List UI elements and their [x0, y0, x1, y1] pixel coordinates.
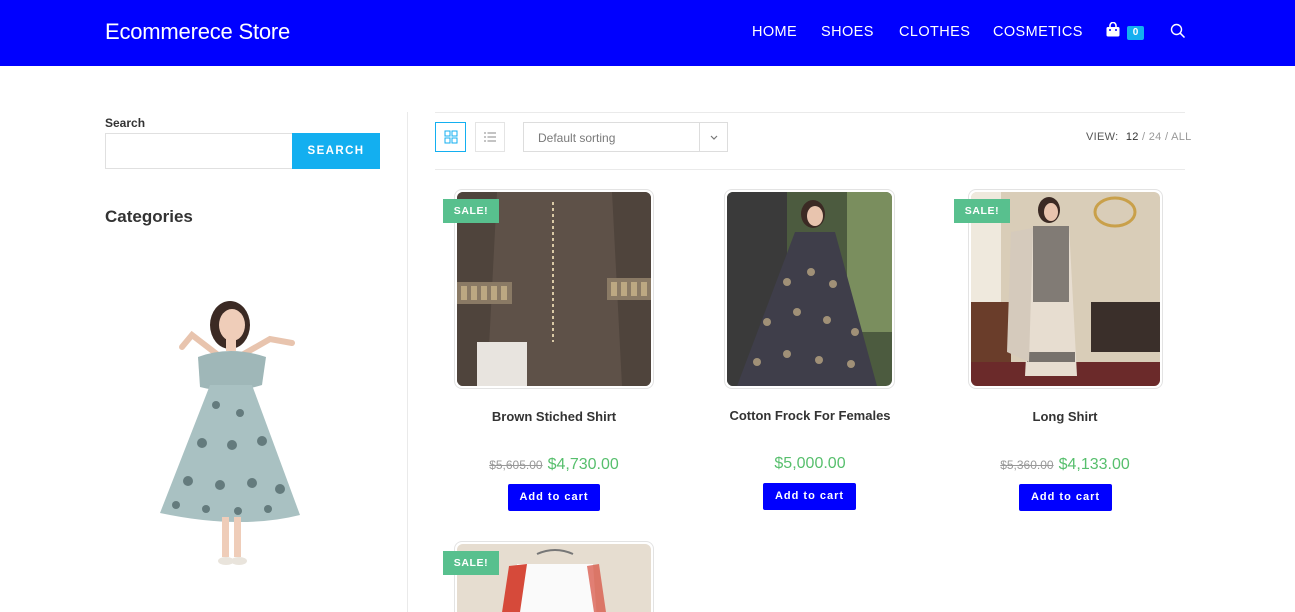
- product-title[interactable]: Cotton Frock For Females: [690, 408, 930, 423]
- product-title[interactable]: Long Shirt: [945, 409, 1185, 424]
- sale-price: $4,133.00: [1058, 456, 1130, 473]
- product-price: $5,605.00 $4,730.00: [424, 456, 684, 474]
- view-24-link[interactable]: 24: [1149, 131, 1162, 143]
- sidebar-divider: [407, 112, 408, 612]
- sale-price: $4,730.00: [547, 456, 619, 473]
- toolbar-divider-bottom: [435, 169, 1185, 170]
- site-brand[interactable]: Ecommerece Store: [105, 19, 290, 45]
- search-label: Search: [105, 116, 146, 130]
- view-counts: VIEW: 12 / 24 / ALL: [1086, 131, 1192, 143]
- site-header: Ecommerece Store HOME SHOES CLOTHES COSM…: [0, 0, 1295, 66]
- nav-clothes[interactable]: CLOTHES: [899, 24, 970, 40]
- sale-badge: SALE!: [443, 551, 499, 575]
- regular-price: $5,000.00: [774, 455, 846, 472]
- sorting-arrow: [699, 123, 727, 151]
- grid-view-icon: [444, 130, 458, 144]
- categories-title: Categories: [105, 207, 193, 226]
- grid-view-button[interactable]: [435, 122, 466, 152]
- add-to-cart-button[interactable]: Add to cart: [1019, 484, 1112, 511]
- search-button[interactable]: SEARCH: [292, 133, 380, 169]
- product-title[interactable]: Brown Stiched Shirt: [434, 409, 674, 424]
- view-separator: /: [1142, 131, 1146, 143]
- list-view-button[interactable]: [475, 122, 505, 152]
- sorting-value: Default sorting: [538, 131, 616, 145]
- old-price: $5,360.00: [1000, 458, 1054, 472]
- shopping-bag-icon: [1106, 22, 1120, 37]
- product-image[interactable]: [724, 189, 895, 389]
- cart-count-badge: 0: [1127, 26, 1144, 40]
- category-image[interactable]: [140, 295, 320, 575]
- add-to-cart-button[interactable]: Add to cart: [763, 483, 856, 510]
- view-separator: /: [1164, 131, 1169, 143]
- chevron-down-icon: [710, 135, 718, 140]
- product-price: $5,360.00 $4,133.00: [935, 456, 1195, 474]
- view-all-link[interactable]: ALL: [1171, 131, 1191, 143]
- search-input[interactable]: [105, 133, 293, 169]
- list-view-icon: [484, 132, 496, 142]
- cart-button[interactable]: 0: [1105, 22, 1145, 42]
- view-label: VIEW:: [1086, 131, 1119, 143]
- sale-badge: SALE!: [954, 199, 1010, 223]
- nav-shoes[interactable]: SHOES: [821, 24, 874, 40]
- sorting-select[interactable]: Default sorting: [523, 122, 728, 152]
- product-price: $5,000.00: [680, 455, 940, 473]
- old-price: $5,605.00: [489, 458, 543, 472]
- nav-cosmetics[interactable]: COSMETICS: [993, 24, 1083, 40]
- toolbar-divider-top: [435, 112, 1185, 113]
- nav-home[interactable]: HOME: [752, 24, 797, 40]
- add-to-cart-button[interactable]: Add to cart: [508, 484, 600, 511]
- view-12-link[interactable]: 12: [1126, 131, 1139, 143]
- search-icon[interactable]: [1170, 23, 1186, 39]
- sale-badge: SALE!: [443, 199, 499, 223]
